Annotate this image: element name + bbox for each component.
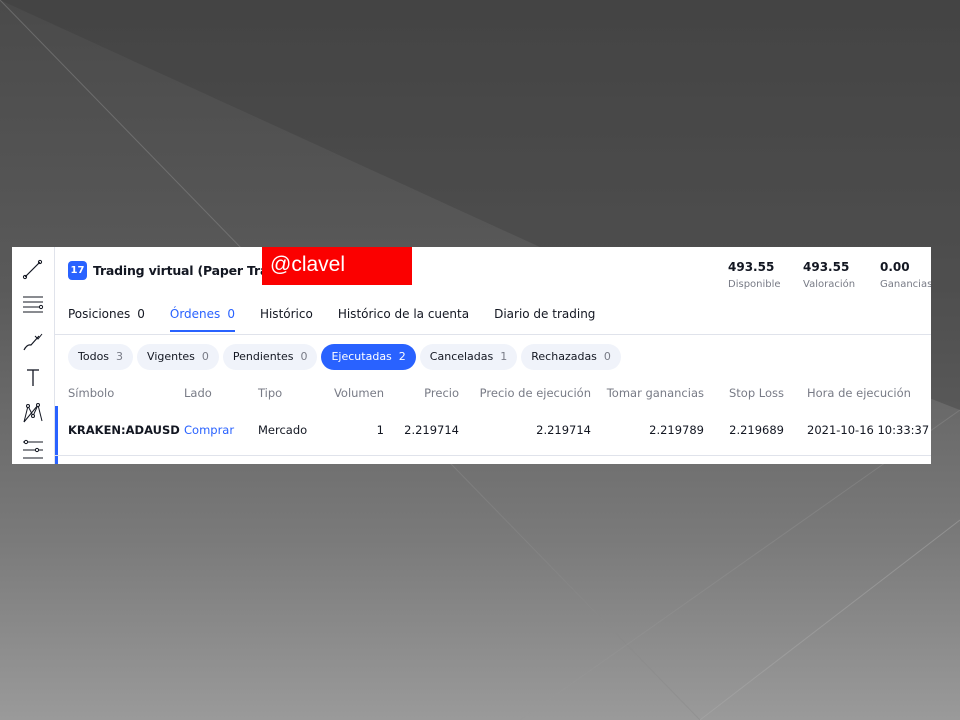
account-manager: 17 Trading virtual (Paper Trading) ⌄ @cl… [55, 247, 931, 464]
tab-account-history[interactable]: Histórico de la cuenta [338, 307, 469, 332]
watermark-text: @clavel [270, 253, 346, 276]
account-tabs: Posiciones 0 Órdenes 0 Histórico Histórico… [68, 307, 620, 332]
col-symbol[interactable]: Símbolo [68, 386, 114, 400]
trading-panel: 17 Trading virtual (Paper Trading) ⌄ @cl… [12, 247, 931, 464]
stat-valuation: 493.55 Valoración [803, 260, 856, 290]
filter-pending[interactable]: Pendientes 0 [222, 344, 318, 370]
tab-trading-journal[interactable]: Diario de trading [494, 307, 595, 332]
tradingview-logo: 17 [68, 261, 87, 280]
cell-stop-loss: 2.219689 [729, 423, 784, 437]
cell-type: Mercado [258, 423, 308, 437]
fib-retracement-icon[interactable] [21, 292, 45, 316]
stat-available: 493.55 Disponible [728, 260, 781, 290]
filter-filled[interactable]: Ejecutadas 2 [321, 344, 416, 370]
row-divider [55, 455, 931, 456]
cell-volume: 1 [376, 423, 384, 437]
text-icon[interactable] [21, 365, 45, 389]
prediction-icon[interactable] [21, 436, 45, 460]
col-fill-price[interactable]: Precio de ejecución [480, 386, 591, 400]
author-watermark: @clavel [262, 247, 412, 285]
cell-side: Comprar [184, 423, 235, 437]
cell-symbol[interactable]: KRAKEN:ADAUSD [68, 423, 180, 437]
col-take-profit[interactable]: Tomar ganancias [607, 386, 704, 400]
trend-line-icon[interactable] [21, 257, 45, 281]
cell-fill-price: 2.219714 [536, 423, 591, 437]
stat-profit: 0.00 Ganancias a [880, 260, 931, 290]
filter-cancelled[interactable]: Canceladas 1 [419, 344, 518, 370]
pattern-icon[interactable] [21, 401, 45, 425]
filter-all[interactable]: Todos 3 [68, 344, 134, 370]
tab-orders[interactable]: Órdenes 0 [169, 307, 235, 332]
cell-price: 2.219714 [404, 423, 459, 437]
col-type[interactable]: Tipo [258, 386, 282, 400]
filter-rejected[interactable]: Rechazadas 0 [521, 344, 621, 370]
col-fill-time[interactable]: Hora de ejecución [807, 386, 911, 400]
drawing-toolbar [12, 247, 55, 464]
filter-working[interactable]: Vigentes 0 [137, 344, 219, 370]
cell-take-profit: 2.219789 [649, 423, 704, 437]
col-side[interactable]: Lado [184, 386, 212, 400]
tab-positions[interactable]: Posiciones 0 [68, 307, 145, 332]
order-status-filters: Todos 3 Vigentes 0 Pendientes 0 Ejecutadas 2… [68, 344, 625, 370]
tab-history[interactable]: Histórico [260, 307, 313, 332]
col-stop-loss[interactable]: Stop Loss [729, 386, 784, 400]
cell-fill-time: 2021-10-16 10:33:37 [807, 423, 930, 437]
col-volume[interactable]: Volumen [334, 386, 384, 400]
brush-icon[interactable] [21, 330, 45, 354]
tabs-divider [55, 334, 931, 335]
col-price[interactable]: Precio [424, 386, 459, 400]
